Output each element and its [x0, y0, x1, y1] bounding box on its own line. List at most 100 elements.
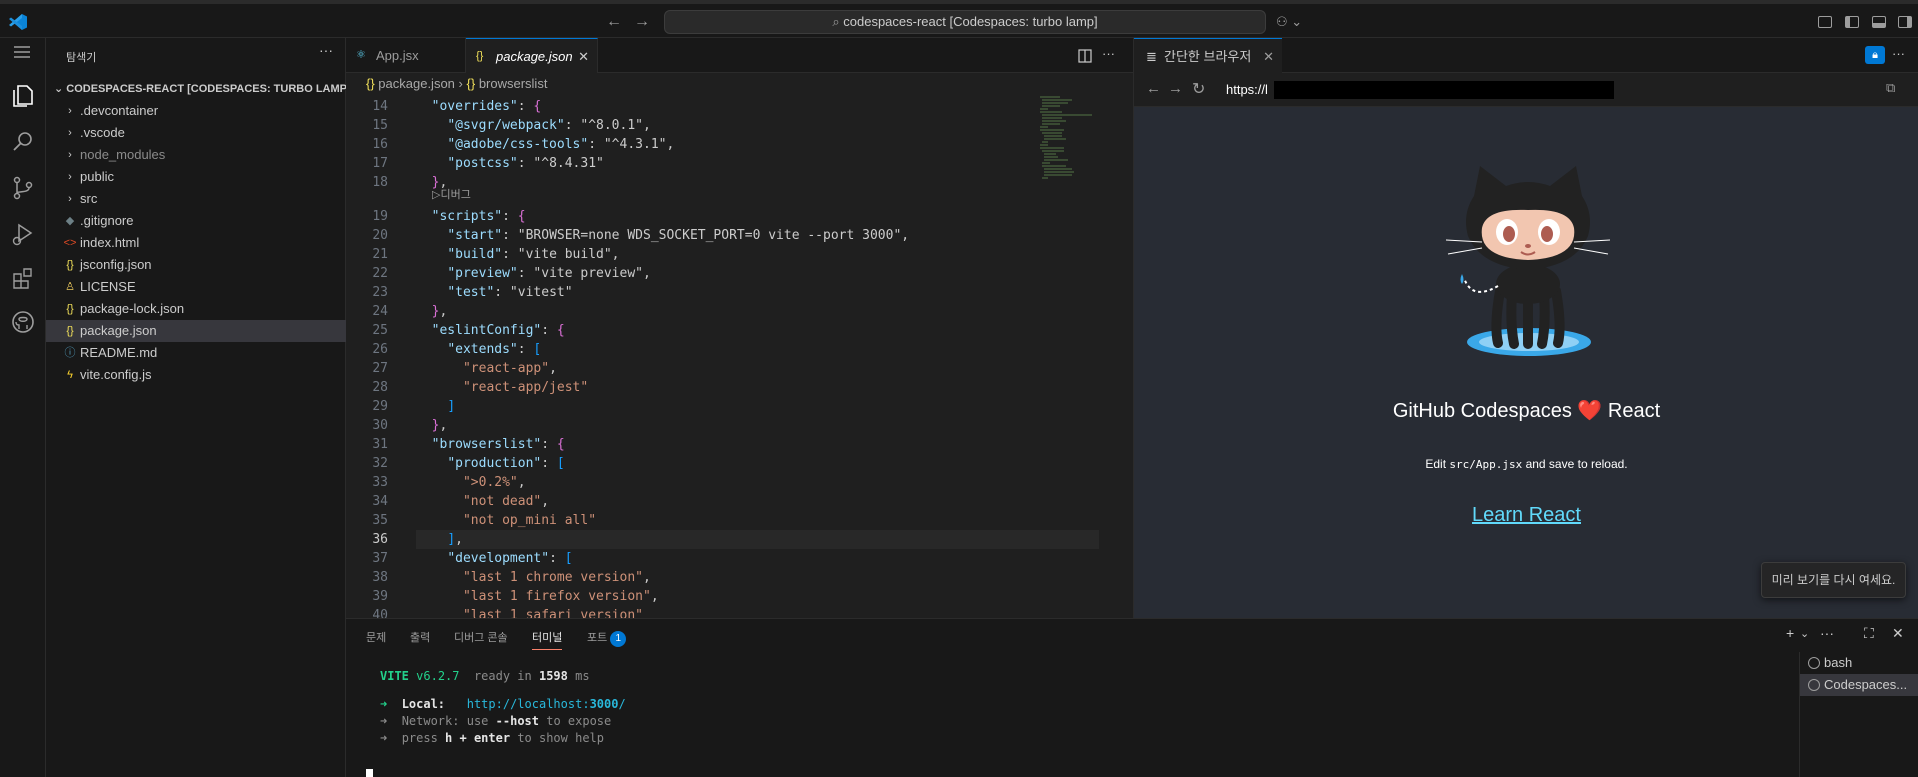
- tree-item-index-html[interactable]: <> index.html: [46, 232, 346, 254]
- tree-item-vscode[interactable]: › .vscode: [46, 122, 346, 144]
- lock-icon[interactable]: 🔒︎: [1865, 46, 1885, 64]
- line-number: 21: [372, 247, 388, 262]
- toggle-sidebar-icon[interactable]: [1845, 16, 1859, 28]
- more-actions-icon[interactable]: ···: [319, 42, 333, 58]
- reopen-preview-toast[interactable]: 미리 보기를 다시 여세요.: [1761, 562, 1906, 598]
- learn-react-label[interactable]: Learn React: [1472, 504, 1581, 526]
- tree-item-public[interactable]: › public: [46, 166, 346, 188]
- code-line[interactable]: 28 "react-app/jest": [346, 378, 1046, 397]
- copilot-icon[interactable]: ⚇ ⌄: [1276, 10, 1310, 34]
- code-line[interactable]: 16 "@adobe/css-tools": "^4.3.1",: [346, 135, 1046, 154]
- close-icon[interactable]: ✕: [1263, 39, 1274, 74]
- code-line[interactable]: 20 "start": "BROWSER=none WDS_SOCKET_POR…: [346, 226, 1046, 245]
- tree-item-node-modules[interactable]: › node_modules: [46, 144, 346, 166]
- code-line[interactable]: 25 "eslintConfig": {: [346, 321, 1046, 340]
- code-line[interactable]: 23 "test": "vitest": [346, 283, 1046, 302]
- search-icon[interactable]: [9, 128, 37, 156]
- tab-app-jsx[interactable]: ⚛ App.jsx: [346, 38, 466, 73]
- breadcrumb-symbol[interactable]: browserslist: [479, 76, 548, 91]
- code-line[interactable]: 24 },: [346, 302, 1046, 321]
- tree-item-package-lock[interactable]: {} package-lock.json: [46, 298, 346, 320]
- command-center[interactable]: ⌕ codespaces-react [Codespaces: turbo la…: [664, 10, 1266, 34]
- chevron-right-icon: ›: [68, 105, 72, 117]
- nav-back-button[interactable]: ←: [602, 10, 626, 34]
- line-number: 39: [372, 589, 388, 604]
- code-line[interactable]: 17 "postcss": "^8.4.31": [346, 154, 1046, 173]
- debug-codelens[interactable]: ▷디버그: [432, 186, 471, 202]
- local-url[interactable]: http://localhost:3000/: [467, 697, 626, 711]
- layout-customize-icon[interactable]: [1818, 16, 1832, 28]
- browser-forward-icon[interactable]: →: [1168, 80, 1183, 97]
- tab-problems[interactable]: 문제: [366, 629, 386, 645]
- github-icon[interactable]: [9, 308, 37, 336]
- explorer-icon[interactable]: [9, 82, 37, 110]
- learn-react-link[interactable]: Learn React: [1134, 504, 1918, 527]
- code-line[interactable]: 35 "not op_mini all": [346, 511, 1046, 530]
- chevron-down-icon[interactable]: ⌄: [1800, 627, 1809, 640]
- minimap[interactable]: [1038, 95, 1118, 195]
- tree-item-package-json[interactable]: {} package.json: [46, 320, 346, 342]
- code-line[interactable]: 33 ">0.2%",: [346, 473, 1046, 492]
- tree-item-gitignore[interactable]: ◆ .gitignore: [46, 210, 346, 232]
- info-icon: ⓘ: [64, 347, 76, 359]
- tab-output[interactable]: 출력: [410, 629, 430, 645]
- code-line[interactable]: 29 ]: [346, 397, 1046, 416]
- terminal-entry-bash[interactable]: bash: [1800, 652, 1918, 674]
- project-root-header[interactable]: ⌄ CODESPACES-REACT [CODESPACES: TURBO LA…: [46, 78, 351, 100]
- breadcrumb-file[interactable]: package.json: [378, 76, 455, 91]
- run-debug-icon[interactable]: [9, 220, 37, 248]
- code-line[interactable]: 30 },: [346, 416, 1046, 435]
- more-actions-icon[interactable]: ···: [1892, 46, 1905, 61]
- close-icon[interactable]: ✕: [578, 39, 589, 74]
- tree-item-jsconfig[interactable]: {} jsconfig.json: [46, 254, 346, 276]
- tab-terminal[interactable]: 터미널: [532, 629, 563, 650]
- code-line[interactable]: 22 "preview": "vite preview",: [346, 264, 1046, 283]
- code-line[interactable]: 26 "extends": [: [346, 340, 1046, 359]
- tree-item-vite-config[interactable]: ϟ vite.config.js: [46, 364, 346, 386]
- tab-simple-browser[interactable]: ≣ 간단한 브라우저 ✕: [1134, 38, 1282, 73]
- tab-debug-console[interactable]: 디버그 콘솔: [454, 629, 508, 645]
- maximize-panel-icon[interactable]: ⛶: [1864, 625, 1874, 642]
- code-line[interactable]: 37 "development": [: [346, 549, 1046, 568]
- code-line[interactable]: 39 "last 1 firefox version",: [346, 587, 1046, 606]
- code-line[interactable]: 38 "last 1 chrome version",: [346, 568, 1046, 587]
- toggle-panel-icon[interactable]: [1872, 16, 1886, 28]
- code-line[interactable]: 14 "overrides": {: [346, 97, 1046, 116]
- open-external-icon[interactable]: ⧉: [1886, 80, 1895, 96]
- network-flag: --host: [495, 714, 539, 728]
- code-line[interactable]: 40 "last 1 safari version": [346, 606, 1046, 618]
- tab-package-json[interactable]: {} package.json ✕: [466, 38, 598, 73]
- split-editor-icon[interactable]: [1078, 49, 1092, 63]
- reload-icon[interactable]: ↻: [1192, 79, 1205, 99]
- code-line[interactable]: 32 "production": [: [346, 454, 1046, 473]
- url-input[interactable]: https://l: [1226, 82, 1268, 97]
- new-terminal-icon[interactable]: +: [1786, 625, 1794, 641]
- code-editor[interactable]: 14 "overrides": {15 "@svgr/webpack": "^8…: [346, 95, 1133, 618]
- menu-icon[interactable]: [11, 44, 33, 60]
- tree-item-devcontainer[interactable]: › .devcontainer: [46, 100, 346, 122]
- tab-ports[interactable]: 포트 1: [587, 629, 627, 647]
- tree-item-license[interactable]: ♙ LICENSE: [46, 276, 346, 298]
- code-line[interactable]: 19 "scripts": {: [346, 207, 1046, 226]
- toggle-secondary-sidebar-icon[interactable]: [1898, 16, 1912, 28]
- more-actions-icon[interactable]: ···: [1820, 625, 1834, 641]
- browser-back-icon[interactable]: ←: [1146, 80, 1161, 97]
- close-panel-icon[interactable]: ✕: [1892, 625, 1904, 642]
- extensions-icon[interactable]: [9, 264, 37, 292]
- code-line[interactable]: 21 "build": "vite build",: [346, 245, 1046, 264]
- nav-forward-button[interactable]: →: [630, 10, 654, 34]
- more-actions-icon[interactable]: ···: [1102, 46, 1115, 61]
- tree-item-src[interactable]: › src: [46, 188, 346, 210]
- local-url-port: 3000: [589, 697, 619, 711]
- octocat-logo: [1445, 166, 1611, 356]
- terminal-entry-codespaces[interactable]: Codespaces...: [1800, 674, 1918, 696]
- code-line[interactable]: 27 "react-app",: [346, 359, 1046, 378]
- source-control-icon[interactable]: [9, 174, 37, 202]
- code-text: "last 1 firefox version",: [462, 589, 659, 604]
- code-line[interactable]: 15 "@svgr/webpack": "^8.0.1",: [346, 116, 1046, 135]
- tree-item-label: vite.config.js: [80, 367, 152, 382]
- code-line[interactable]: 36 ],: [346, 530, 1046, 549]
- code-line[interactable]: 34 "not dead",: [346, 492, 1046, 511]
- tree-item-readme[interactable]: ⓘ README.md: [46, 342, 346, 364]
- code-line[interactable]: 31 "browserslist": {: [346, 435, 1046, 454]
